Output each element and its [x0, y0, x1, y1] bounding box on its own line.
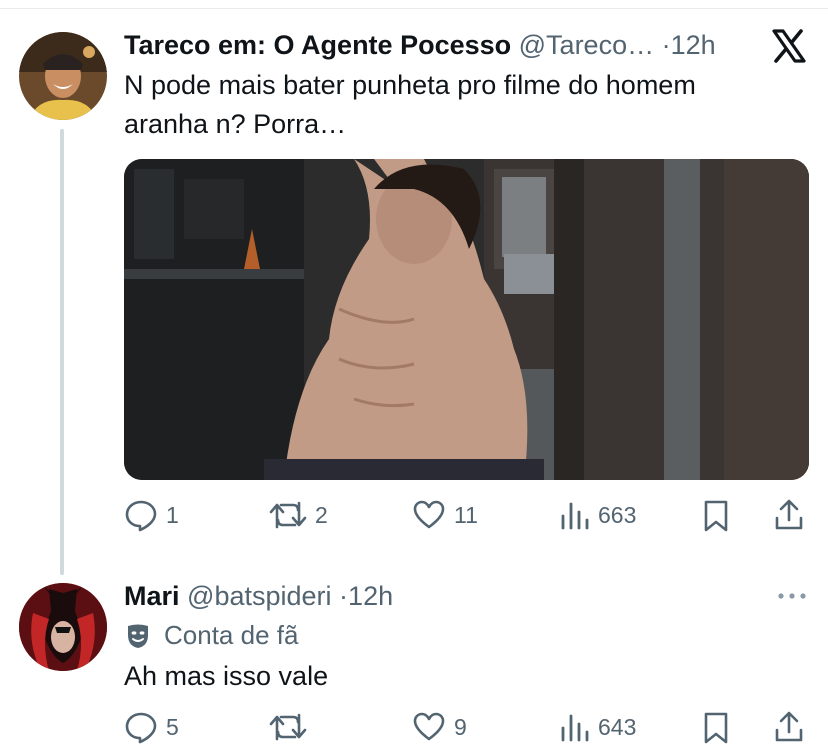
- retweet-button[interactable]: 2: [269, 498, 328, 532]
- share-icon: [775, 499, 803, 530]
- reply-button[interactable]: 1: [124, 498, 179, 532]
- avatar-photo-mari: [19, 583, 107, 671]
- views-chart-icon: [561, 502, 589, 530]
- tweet-text: N pode mais bater punheta pro filme do h…: [124, 70, 696, 139]
- bookmark-button[interactable]: [701, 499, 731, 533]
- like-button[interactable]: 11: [412, 498, 478, 532]
- reply-avatar[interactable]: [19, 583, 107, 671]
- reply-views-button[interactable]: 643: [560, 710, 636, 744]
- reply-share-button[interactable]: [773, 710, 805, 744]
- reply-text: Ah mas isso vale: [124, 661, 329, 691]
- reply-author-handle[interactable]: @batspideri: [187, 581, 331, 611]
- avatar[interactable]: [19, 32, 107, 120]
- author-name[interactable]: Tareco em: O Agente Pocesso: [124, 30, 511, 60]
- heart-icon: [413, 712, 445, 741]
- reply-retweet-button[interactable]: [269, 710, 315, 744]
- reply-timestamp[interactable]: 12h: [348, 581, 393, 611]
- reply-reply-button[interactable]: 5: [124, 710, 179, 744]
- views-button[interactable]: 663: [560, 498, 636, 532]
- retweet-icon: [269, 501, 307, 529]
- badge-label: Conta de fã: [164, 620, 299, 650]
- separator-dot: ·: [661, 30, 671, 60]
- x-logo-icon: [771, 28, 807, 64]
- retweet-count: 2: [315, 501, 328, 528]
- share-button[interactable]: [773, 498, 805, 532]
- retweet-icon: [269, 713, 307, 741]
- thread-line: [60, 129, 64, 575]
- bookmark-icon: [704, 712, 728, 744]
- top-divider: [0, 0, 828, 9]
- theater-mask-icon: [128, 624, 148, 648]
- reply-bookmark-button[interactable]: [701, 711, 731, 745]
- reply-count: 1: [166, 501, 179, 528]
- tweet-media[interactable]: [124, 159, 809, 480]
- reply-like-button[interactable]: 9: [412, 710, 467, 744]
- reply-separator-dot: ·: [339, 581, 349, 611]
- more-options-icon[interactable]: [776, 588, 808, 609]
- like-count: 11: [454, 501, 478, 528]
- reply-reply-count: 5: [166, 713, 179, 740]
- bookmark-icon: [704, 500, 728, 532]
- reply-header: Mari @batspideri ·12h: [124, 581, 393, 612]
- avatar-photo-tareco: [19, 32, 107, 120]
- heart-icon: [413, 500, 445, 529]
- share-icon: [775, 711, 803, 742]
- timestamp[interactable]: 12h: [671, 30, 716, 60]
- reply-like-count: 9: [454, 713, 467, 740]
- reply-icon: [125, 712, 157, 744]
- reply-icon: [125, 500, 157, 532]
- reply-view-count: 643: [598, 713, 637, 740]
- author-handle[interactable]: @Tareco…: [519, 30, 654, 60]
- view-count: 663: [598, 501, 637, 528]
- views-chart-icon: [561, 714, 589, 742]
- fan-account-badge: Conta de fã: [124, 620, 298, 651]
- reply-author-name[interactable]: Mari: [124, 581, 180, 611]
- photo-icon: [124, 159, 809, 480]
- tweet-header: Tareco em: O Agente Pocesso @Tareco… ·12…: [124, 30, 716, 61]
